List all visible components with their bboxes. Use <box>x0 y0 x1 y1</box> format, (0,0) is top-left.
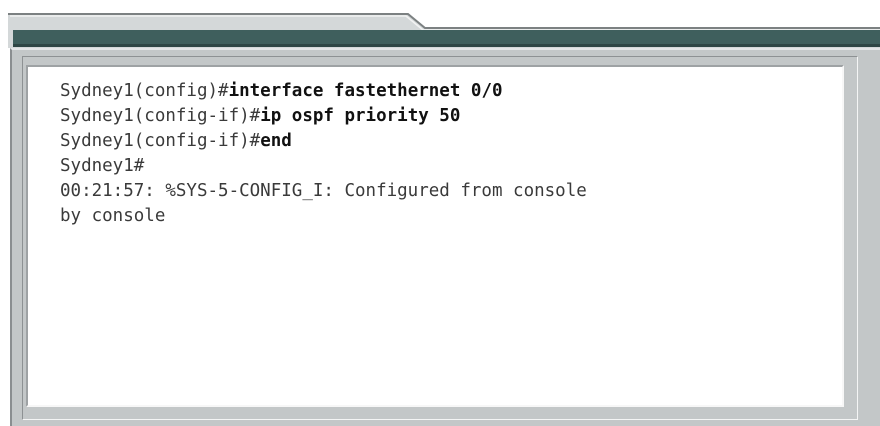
console-log-message: by console <box>60 206 166 226</box>
console-command: interface fastethernet 0/0 <box>228 81 503 101</box>
console-prompt: Sydney1(config-if)# <box>60 106 261 126</box>
console-line: Sydney1(config-if)#end <box>60 129 842 154</box>
console-log-message: 00:21:57: %SYS-5-CONFIG_I: Configured fr… <box>60 181 587 201</box>
console-line: 00:21:57: %SYS-5-CONFIG_I: Configured fr… <box>60 179 842 204</box>
terminal-window: Sydney1(config)#interface fastethernet 0… <box>0 0 880 426</box>
console-output: Sydney1(config)#interface fastethernet 0… <box>26 65 844 407</box>
console-prompt: Sydney1(config)# <box>60 81 229 101</box>
header-bar <box>13 30 880 44</box>
console-line: Sydney1(config-if)#ip ospf priority 50 <box>60 104 842 129</box>
console-command: end <box>260 131 292 151</box>
console-prompt: Sydney1(config-if)# <box>60 131 261 151</box>
console-line: by console <box>60 204 842 229</box>
console-command: ip ospf priority 50 <box>260 106 461 126</box>
console-line: Sydney1(config)#interface fastethernet 0… <box>60 79 842 104</box>
console-line: Sydney1# <box>60 154 842 179</box>
console-prompt: Sydney1# <box>60 156 145 176</box>
